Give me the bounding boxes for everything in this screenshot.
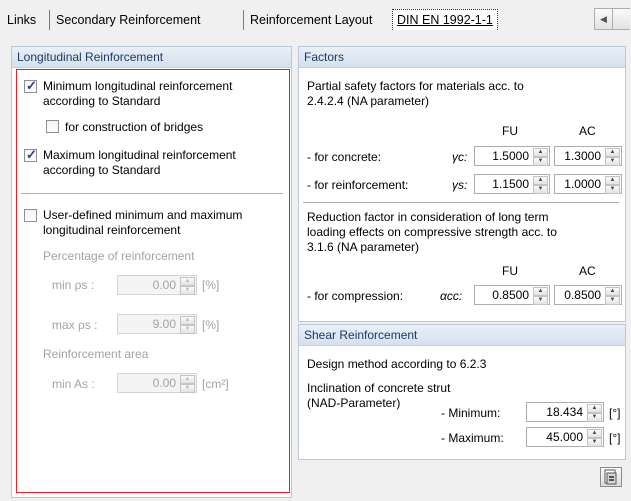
reduction-desc-2: loading effects on compressive strength … bbox=[307, 225, 557, 239]
reinforcement-ac-value: 1.0000 bbox=[564, 177, 601, 191]
divider bbox=[303, 202, 619, 203]
compression-symbol: αcc: bbox=[440, 289, 463, 303]
spin-arrows-icon[interactable]: ▲ ▼ bbox=[605, 287, 620, 305]
col-ac: AC bbox=[579, 124, 596, 138]
concrete-symbol: γc: bbox=[452, 150, 468, 164]
tab-secondary-reinforcement[interactable]: Secondary Reinforcement bbox=[52, 10, 205, 30]
tab-strip: Links Secondary Reinforcement Reinforcem… bbox=[0, 0, 631, 34]
maximum-input[interactable]: 45.000 ▲ ▼ bbox=[526, 427, 604, 447]
compression-ac-value: 0.8500 bbox=[564, 288, 601, 302]
tab-reinforcement-layout[interactable]: Reinforcement Layout bbox=[246, 10, 376, 30]
compression-label: - for compression: bbox=[307, 289, 404, 303]
maximum-unit: [°] bbox=[609, 431, 621, 445]
inclination-label-2: (NAD-Parameter) bbox=[307, 396, 401, 410]
concrete-ac-input[interactable]: 1.3000 ▲ ▼ bbox=[554, 146, 622, 166]
concrete-label: - for concrete: bbox=[307, 150, 382, 164]
spin-arrows-icon[interactable]: ▲ ▼ bbox=[605, 176, 620, 194]
col-fu-2: FU bbox=[502, 264, 518, 278]
maximum-label: - Maximum: bbox=[441, 431, 504, 445]
highlight-frame bbox=[16, 69, 290, 493]
tab-scroll-right-icon[interactable] bbox=[612, 8, 630, 30]
col-fu: FU bbox=[502, 124, 518, 138]
spin-arrows-icon[interactable]: ▲ ▼ bbox=[533, 176, 548, 194]
spin-arrows-icon[interactable]: ▲ ▼ bbox=[533, 287, 548, 305]
spin-arrows-icon[interactable]: ▲ ▼ bbox=[587, 404, 602, 422]
minimum-label: - Minimum: bbox=[441, 406, 501, 420]
shear-method: Design method according to 6.2.3 bbox=[307, 357, 487, 371]
reinforcement-symbol: γs: bbox=[452, 178, 468, 192]
concrete-fu-input[interactable]: 1.5000 ▲ ▼ bbox=[474, 146, 550, 166]
shear-title: Shear Reinforcement bbox=[299, 325, 625, 346]
minimum-unit: [°] bbox=[609, 406, 621, 420]
tab-din-en-1992[interactable]: DIN EN 1992-1-1 bbox=[392, 9, 498, 30]
tab-divider bbox=[49, 10, 50, 30]
factors-desc-2: 2.4.2.4 (NA parameter) bbox=[307, 94, 430, 108]
spin-arrows-icon[interactable]: ▲ ▼ bbox=[533, 148, 548, 166]
factors-title: Factors bbox=[299, 47, 625, 68]
spin-arrows-icon[interactable]: ▲ ▼ bbox=[587, 429, 602, 447]
tab-scroll-left-icon[interactable]: ◀ bbox=[594, 8, 613, 30]
reinforcement-fu-value: 1.1500 bbox=[492, 177, 529, 191]
reduction-desc-1: Reduction factor in consideration of lon… bbox=[307, 210, 549, 224]
document-settings-icon bbox=[604, 469, 617, 485]
minimum-input[interactable]: 18.434 ▲ ▼ bbox=[526, 402, 604, 422]
settings-tool-button[interactable] bbox=[600, 467, 622, 487]
minimum-value: 18.434 bbox=[546, 405, 583, 419]
maximum-value: 45.000 bbox=[546, 430, 583, 444]
col-ac-2: AC bbox=[579, 264, 596, 278]
longitudinal-title: Longitudinal Reinforcement bbox=[12, 47, 291, 68]
tab-divider bbox=[243, 10, 244, 30]
reduction-desc-3: 3.1.6 (NA parameter) bbox=[307, 240, 420, 254]
compression-fu-value: 0.8500 bbox=[492, 288, 529, 302]
spin-arrows-icon[interactable]: ▲ ▼ bbox=[605, 148, 620, 166]
compression-fu-input[interactable]: 0.8500 ▲ ▼ bbox=[474, 285, 550, 305]
concrete-ac-value: 1.3000 bbox=[564, 149, 601, 163]
reinforcement-fu-input[interactable]: 1.1500 ▲ ▼ bbox=[474, 174, 550, 194]
reinforcement-ac-input[interactable]: 1.0000 ▲ ▼ bbox=[554, 174, 622, 194]
inclination-label-1: Inclination of concrete strut bbox=[307, 381, 451, 395]
tab-links[interactable]: Links bbox=[3, 10, 40, 30]
reinforcement-label: - for reinforcement: bbox=[307, 178, 409, 192]
factors-desc-1: Partial safety factors for materials acc… bbox=[307, 79, 524, 93]
concrete-fu-value: 1.5000 bbox=[492, 149, 529, 163]
compression-ac-input[interactable]: 0.8500 ▲ ▼ bbox=[554, 285, 622, 305]
